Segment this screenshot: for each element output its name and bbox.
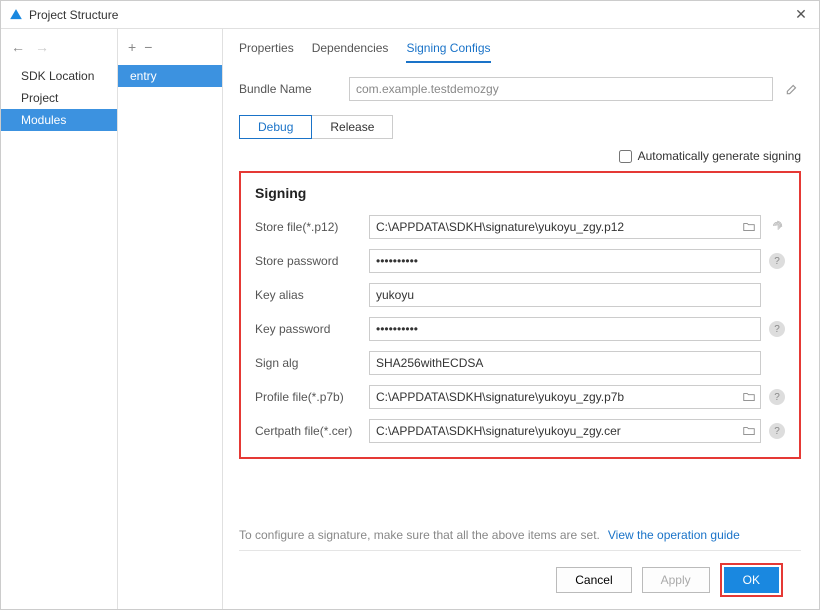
operation-guide-link[interactable]: View the operation guide	[608, 528, 740, 542]
store-password-input[interactable]	[370, 250, 760, 272]
main-panel: Properties Dependencies Signing Configs …	[223, 29, 819, 609]
help-icon[interactable]: ?	[769, 389, 785, 405]
app-icon	[9, 8, 23, 22]
tab-dependencies[interactable]: Dependencies	[312, 41, 389, 63]
edit-icon[interactable]	[783, 80, 801, 98]
bundle-name-input[interactable]	[349, 77, 773, 101]
key-alias-label: Key alias	[255, 288, 361, 302]
nav-back-icon[interactable]: ←	[11, 39, 25, 55]
signing-section: Signing Store file(*.p12) Store password	[239, 171, 801, 459]
remove-module-icon[interactable]: −	[144, 39, 152, 55]
tab-signing-configs[interactable]: Signing Configs	[406, 41, 490, 63]
add-module-icon[interactable]: +	[128, 39, 136, 55]
mode-tab-debug[interactable]: Debug	[239, 115, 312, 139]
folder-icon[interactable]	[738, 420, 760, 442]
hint-text: To configure a signature, make sure that…	[239, 528, 600, 542]
signing-heading: Signing	[255, 185, 785, 201]
window-title: Project Structure	[29, 8, 791, 22]
nav-forward-icon[interactable]: →	[35, 39, 49, 55]
nav-item-project[interactable]: Project	[1, 87, 117, 109]
mode-tabs: Debug Release	[239, 115, 801, 139]
store-file-label: Store file(*.p12)	[255, 220, 361, 234]
certpath-file-label: Certpath file(*.cer)	[255, 424, 361, 438]
profile-file-label: Profile file(*.p7b)	[255, 390, 361, 404]
help-icon[interactable]: ?	[769, 321, 785, 337]
tab-bar: Properties Dependencies Signing Configs	[239, 41, 801, 63]
auto-generate-checkbox[interactable]	[619, 150, 632, 163]
hint-row: To configure a signature, make sure that…	[239, 520, 801, 550]
folder-icon[interactable]	[738, 216, 760, 238]
key-alias-input[interactable]	[370, 284, 760, 306]
sign-alg-label: Sign alg	[255, 356, 361, 370]
fingerprint-icon[interactable]	[769, 219, 785, 235]
store-password-label: Store password	[255, 254, 361, 268]
nav-item-modules[interactable]: Modules	[1, 109, 117, 131]
apply-button: Apply	[642, 567, 710, 593]
profile-file-input[interactable]	[370, 386, 738, 408]
module-item-entry[interactable]: entry	[118, 65, 222, 87]
footer: Cancel Apply OK	[239, 550, 801, 609]
cancel-button[interactable]: Cancel	[556, 567, 631, 593]
ok-button[interactable]: OK	[724, 567, 779, 593]
close-icon[interactable]: ✕	[791, 6, 811, 23]
tab-properties[interactable]: Properties	[239, 41, 294, 63]
titlebar: Project Structure ✕	[1, 1, 819, 29]
key-password-label: Key password	[255, 322, 361, 336]
folder-icon[interactable]	[738, 386, 760, 408]
sign-alg-input[interactable]	[370, 352, 760, 374]
help-icon[interactable]: ?	[769, 253, 785, 269]
nav-item-sdk-location[interactable]: SDK Location	[1, 65, 117, 87]
store-file-input[interactable]	[370, 216, 738, 238]
auto-generate-label: Automatically generate signing	[638, 149, 801, 163]
left-nav-panel: ← → SDK Location Project Modules	[1, 29, 118, 609]
key-password-input[interactable]	[370, 318, 760, 340]
mode-tab-release[interactable]: Release	[312, 115, 393, 139]
bundle-name-label: Bundle Name	[239, 82, 339, 96]
certpath-file-input[interactable]	[370, 420, 738, 442]
module-list-panel: + − entry	[118, 29, 223, 609]
help-icon[interactable]: ?	[769, 423, 785, 439]
